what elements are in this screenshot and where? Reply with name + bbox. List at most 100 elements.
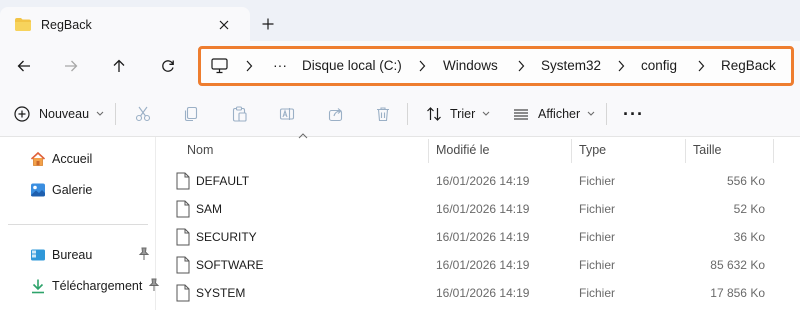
chevron-right-icon[interactable] xyxy=(245,60,253,72)
file-name: SECURITY xyxy=(196,230,257,244)
desktop-icon xyxy=(30,247,46,263)
sidebar-item-accueil[interactable]: Accueil xyxy=(30,148,92,170)
file-name: DEFAULT xyxy=(196,174,250,188)
view-list-icon xyxy=(514,109,528,120)
chevron-right-icon[interactable] xyxy=(617,60,625,72)
close-tab-button[interactable] xyxy=(214,15,234,35)
chevron-right-icon[interactable] xyxy=(697,60,705,72)
command-bar: Nouveau Trier Afficher ··· xyxy=(0,91,800,137)
column-divider[interactable] xyxy=(773,139,774,163)
table-row[interactable]: DEFAULT 16/01/2026 14:19 Fichier 556 Ko xyxy=(156,167,800,195)
chevron-down-icon xyxy=(96,111,104,116)
chevron-right-icon[interactable] xyxy=(517,60,525,72)
sidebar-item-label: Galerie xyxy=(52,183,93,197)
rename-button[interactable] xyxy=(279,91,295,137)
table-row[interactable]: SECURITY 16/01/2026 14:19 Fichier 36 Ko xyxy=(156,223,800,251)
new-button-label: Nouveau xyxy=(39,107,90,121)
file-size: 17 856 Ko xyxy=(710,286,765,300)
sort-icon xyxy=(427,107,441,121)
divider xyxy=(115,103,116,125)
chevron-down-icon xyxy=(587,111,595,116)
breadcrumb: ··· Disque local (C:) Windows System32 c… xyxy=(201,49,791,83)
cut-button[interactable] xyxy=(135,91,151,137)
address-bar[interactable]: ··· Disque local (C:) Windows System32 c… xyxy=(198,46,794,86)
up-button[interactable] xyxy=(106,53,132,79)
back-button[interactable] xyxy=(11,53,37,79)
file-name: SOFTWARE xyxy=(196,258,264,272)
file-size: 36 Ko xyxy=(733,230,765,244)
trash-icon xyxy=(377,107,389,122)
sidebar-item-galerie[interactable]: Galerie xyxy=(30,179,92,201)
sort-button[interactable]: Trier xyxy=(426,91,490,137)
computer-icon[interactable] xyxy=(211,58,228,74)
sidebar-item-bureau[interactable]: Bureau xyxy=(30,244,156,266)
table-row[interactable]: SYSTEM 16/01/2026 14:19 Fichier 17 856 K… xyxy=(156,279,800,307)
file-icon xyxy=(176,284,190,302)
view-button[interactable]: Afficher xyxy=(513,91,595,137)
breadcrumb-overflow[interactable]: ··· xyxy=(273,57,287,73)
column-header-type[interactable]: Type xyxy=(579,137,679,163)
file-icon xyxy=(176,256,190,274)
file-type: Fichier xyxy=(579,230,616,244)
column-header-name[interactable]: Nom xyxy=(187,137,427,163)
download-icon xyxy=(30,278,46,294)
breadcrumb-disque-local[interactable]: Disque local (C:) xyxy=(302,58,402,73)
file-type: Fichier xyxy=(579,286,616,300)
file-date: 16/01/2026 14:19 xyxy=(436,258,530,272)
sidebar-item-telechargement[interactable]: Téléchargement xyxy=(30,275,160,297)
file-icon xyxy=(176,200,190,218)
view-button-label: Afficher xyxy=(538,107,581,121)
column-divider[interactable] xyxy=(571,139,572,163)
file-name: SYSTEM xyxy=(196,286,246,300)
arrow-right-icon xyxy=(65,60,78,72)
file-date: 16/01/2026 14:19 xyxy=(436,230,530,244)
refresh-button[interactable] xyxy=(155,53,181,79)
plus-icon xyxy=(262,18,274,30)
copy-button[interactable] xyxy=(183,91,199,137)
rename-icon xyxy=(279,108,295,120)
file-name: SAM xyxy=(196,202,223,216)
share-icon xyxy=(328,108,343,122)
navigation-pane: Accueil Galerie Bureau Téléchargement xyxy=(0,137,160,310)
content-area: Accueil Galerie Bureau Téléchargement No… xyxy=(0,133,800,310)
file-name-cell: SECURITY xyxy=(176,223,257,251)
delete-button[interactable] xyxy=(375,91,391,137)
column-header-size[interactable]: Taille xyxy=(693,137,773,163)
more-options-button[interactable]: ··· xyxy=(623,91,644,137)
file-list: Nom Modifié le Type Taille DEFAULT 16/01… xyxy=(156,133,800,310)
breadcrumb-regback[interactable]: RegBack xyxy=(721,58,776,73)
chevron-down-icon xyxy=(482,111,490,116)
pin-icon[interactable] xyxy=(138,247,150,261)
breadcrumb-config[interactable]: config xyxy=(641,58,677,73)
breadcrumb-windows[interactable]: Windows xyxy=(443,58,498,73)
breadcrumb-system32[interactable]: System32 xyxy=(541,58,601,73)
new-tab-button[interactable] xyxy=(258,14,278,34)
new-button[interactable]: Nouveau xyxy=(14,91,104,137)
sidebar-item-label: Accueil xyxy=(52,152,93,166)
file-icon xyxy=(176,228,190,246)
file-date: 16/01/2026 14:19 xyxy=(436,202,530,216)
folder-icon xyxy=(15,18,31,31)
paste-button[interactable] xyxy=(231,91,247,137)
file-size: 556 Ko xyxy=(726,174,765,188)
clipboard-icon xyxy=(232,106,247,122)
file-date: 16/01/2026 14:19 xyxy=(436,174,530,188)
share-button[interactable] xyxy=(328,91,344,137)
file-date: 16/01/2026 14:19 xyxy=(436,286,530,300)
divider xyxy=(407,103,408,125)
refresh-icon xyxy=(162,60,174,72)
column-divider[interactable] xyxy=(685,139,686,163)
table-row[interactable]: SOFTWARE 16/01/2026 14:19 Fichier 85 632… xyxy=(156,251,800,279)
divider xyxy=(606,103,607,125)
table-row[interactable]: SAM 16/01/2026 14:19 Fichier 52 Ko xyxy=(156,195,800,223)
arrow-left-icon xyxy=(17,60,30,72)
sort-button-label: Trier xyxy=(450,107,476,121)
file-type: Fichier xyxy=(579,174,616,188)
column-divider[interactable] xyxy=(428,139,429,163)
chevron-right-icon[interactable] xyxy=(418,60,426,72)
file-type: Fichier xyxy=(579,258,616,272)
column-header-modified[interactable]: Modifié le xyxy=(436,137,566,163)
forward-button[interactable] xyxy=(58,53,84,79)
file-name-cell: SOFTWARE xyxy=(176,251,264,279)
sidebar-item-label: Téléchargement xyxy=(52,279,143,293)
